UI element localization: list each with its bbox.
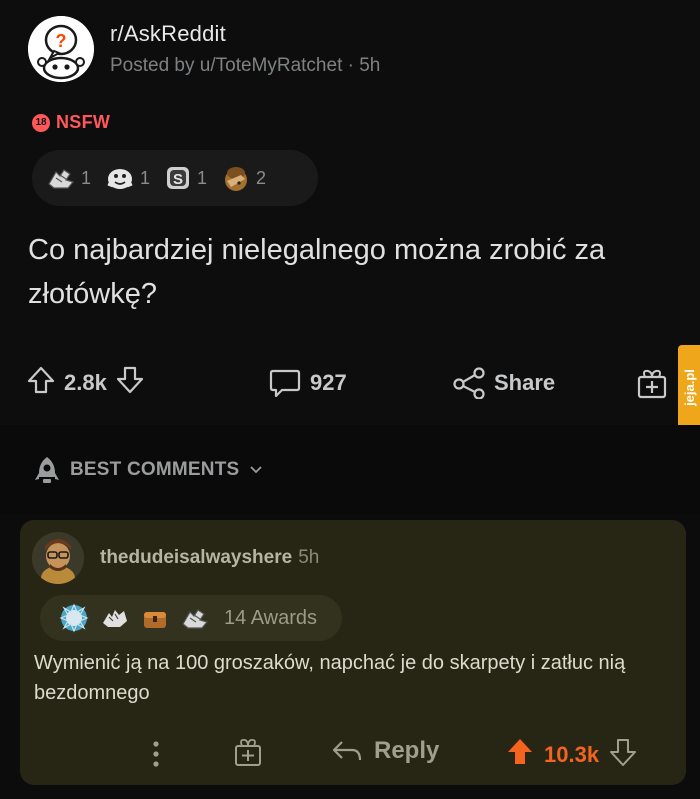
comment-score: 10.3k [544, 741, 600, 767]
sort-label: BEST COMMENTS [70, 459, 240, 480]
comment-username[interactable]: thedudeisalwayshere [100, 547, 292, 569]
post-title[interactable]: Co najbardziej nielegalnego można zrobić… [28, 228, 668, 316]
rocket-icon [35, 457, 59, 483]
svg-text:S: S [173, 171, 183, 188]
reply-button[interactable]: Reply [330, 737, 439, 765]
comment-downvote-button[interactable] [609, 737, 637, 772]
nsfw-tag: 18 NSFW [32, 112, 110, 133]
comment-body: Wymienić ją na 100 groszaków, napchać je… [34, 652, 626, 704]
reply-label: Reply [374, 737, 440, 764]
comment-bubble-icon [269, 369, 301, 397]
comment-card: thedudeisalwayshere 5h 14 Awards Wymieni… [20, 520, 686, 785]
comment-time: 5h [298, 547, 320, 568]
share-label: Share [494, 369, 556, 395]
award-button[interactable] [636, 366, 668, 400]
share-button[interactable]: Share [452, 366, 563, 399]
treasure-award-icon [144, 612, 166, 628]
gift-icon [637, 369, 667, 398]
helpful-hands-award-icon [182, 609, 209, 629]
watermark: jeja.pl [678, 345, 700, 429]
awards-count: 14 Awards [224, 606, 318, 629]
downvote-arrow-icon [610, 739, 637, 766]
comment-awards[interactable]: 14 Awards [40, 595, 342, 641]
award-item: 2 [221, 163, 266, 193]
more-vertical-icon [153, 741, 159, 767]
wholesome-seal-award-icon [107, 169, 133, 189]
comment-upvote-button[interactable] [506, 737, 534, 772]
svg-text:?: ? [56, 31, 67, 51]
comment-header: thedudeisalwayshere 5h [32, 532, 319, 584]
nsfw-18-icon: 18 [32, 113, 50, 132]
post-header: ? r/AskReddit Posted by u/ToteMyRatchet … [28, 16, 380, 82]
award-item [140, 604, 170, 632]
award-count: 2 [256, 167, 267, 188]
award-item: 1 [105, 164, 150, 192]
award-count: 1 [197, 167, 208, 188]
vote-group: 2.8k [26, 365, 145, 400]
post-meta: r/AskReddit Posted by u/ToteMyRatchet · … [110, 21, 380, 77]
helpful-hands-award-icon [48, 169, 75, 189]
award-count: 1 [140, 167, 151, 188]
avatar[interactable] [32, 532, 84, 584]
comment-vote-group: 10.3k [506, 737, 637, 772]
starstruck-award-icon [59, 603, 89, 633]
subreddit-avatar[interactable]: ? [28, 16, 94, 82]
vote-count: 2.8k [64, 369, 107, 395]
comments-button[interactable]: 927 [268, 367, 355, 399]
gift-icon [235, 738, 261, 766]
downvote-button[interactable] [115, 365, 145, 400]
downvote-arrow-icon [116, 366, 143, 394]
bravo-award-icon [103, 610, 127, 627]
posted-by[interactable]: Posted by u/ToteMyRatchet · 5h [110, 55, 380, 77]
share-icon [453, 366, 485, 399]
post-card: ? r/AskReddit Posted by u/ToteMyRatchet … [0, 0, 700, 429]
chevron-down-icon [250, 466, 263, 474]
award-item: 1 [46, 164, 91, 192]
upvote-arrow-icon [27, 366, 55, 394]
watermark-label: jeja.pl [681, 368, 697, 406]
award-item [58, 602, 90, 634]
silver-award-icon: S [167, 167, 190, 189]
askreddit-logo-icon: ? [28, 16, 94, 82]
comment-action-bar: Reply 10.3k [20, 733, 686, 777]
award-count: 1 [81, 167, 92, 188]
subreddit-name[interactable]: r/AskReddit [110, 21, 380, 47]
facepalm-award-icon [225, 167, 248, 191]
comment-award-button[interactable] [234, 736, 262, 768]
upvote-arrow-filled-icon [508, 739, 532, 764]
award-item [180, 604, 210, 632]
comment-count: 927 [310, 369, 347, 395]
comment-sort-button[interactable]: BEST COMMENTS [0, 425, 700, 515]
nsfw-label: NSFW [56, 112, 111, 132]
upvote-button[interactable] [26, 365, 56, 400]
user-avatar-icon [32, 532, 84, 584]
more-options-button[interactable] [148, 737, 164, 771]
award-item [100, 605, 130, 631]
award-item: S 1 [164, 164, 207, 192]
post-action-bar: 2.8k 927 Share [0, 355, 700, 410]
post-awards[interactable]: 1 1 S 1 2 [32, 150, 318, 206]
reply-arrow-icon [332, 741, 362, 761]
